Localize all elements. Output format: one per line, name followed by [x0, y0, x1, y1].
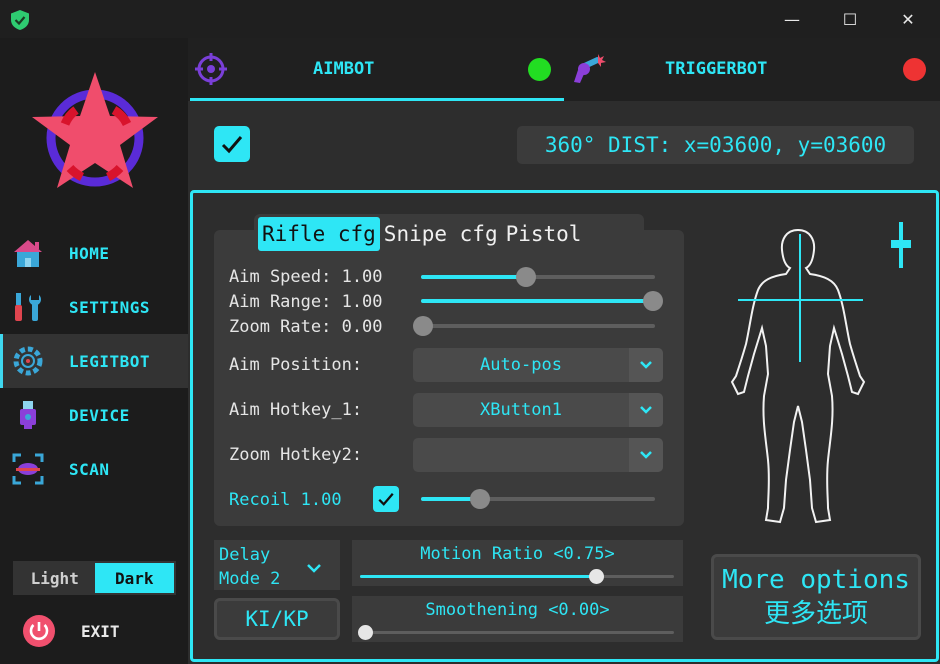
aim-hotkey-1-label: Aim Hotkey_1: — [229, 400, 363, 420]
checkmark-icon — [221, 136, 243, 154]
sidebar-item-settings[interactable]: SETTINGS — [0, 280, 188, 334]
chevron-down-icon[interactable] — [629, 393, 663, 427]
scan-icon — [12, 453, 44, 485]
zoom-rate-slider[interactable] — [413, 316, 655, 336]
sidebar-item-legitbot[interactable]: LEGITBOT — [0, 334, 188, 388]
sidebar-item-scan[interactable]: SCAN — [0, 442, 188, 496]
recoil-checkbox[interactable] — [373, 486, 399, 512]
delay-mode-line2: Mode 2 — [219, 569, 281, 589]
aim-hotkey-1-value: XButton1 — [480, 400, 562, 420]
revolver-icon — [568, 52, 606, 86]
zoom-rate-label: Zoom Rate: 0.00 — [229, 317, 383, 337]
motion-ratio-label: Motion Ratio <0.75> — [420, 544, 615, 564]
chevron-down-icon[interactable] — [306, 559, 322, 578]
recoil-label: Recoil 1.00 — [229, 490, 342, 510]
tab-pistol-cfg[interactable]: Pistol — [502, 217, 586, 251]
motion-ratio-slider[interactable] — [360, 569, 674, 584]
app-logo — [30, 70, 160, 190]
recoil-slider[interactable] — [421, 489, 655, 509]
gear-crosshair-icon — [12, 345, 44, 377]
aim-speed-fill — [421, 275, 527, 279]
zoom-hotkey-2-dropdown[interactable] — [413, 438, 663, 472]
dist-readout: 360° DIST: x=03600, y=03600 — [517, 126, 914, 164]
triggerbot-status-indicator — [903, 58, 926, 81]
home-icon — [12, 237, 44, 269]
more-options-line1: More options — [722, 565, 910, 595]
body-silhouette-target — [728, 226, 868, 526]
tab-triggerbot[interactable]: TRIGGERBOT — [564, 38, 940, 101]
smoothening-slider[interactable] — [358, 625, 674, 640]
sidebar-item-label: HOME — [69, 243, 110, 263]
maximize-button[interactable]: ☐ — [827, 0, 873, 38]
aim-position-value: Auto-pos — [480, 355, 562, 375]
minimize-button[interactable]: — — [769, 0, 815, 38]
crosshair-icon — [194, 52, 228, 86]
app-shield-icon — [9, 9, 31, 31]
sidebar-item-label: LEGITBOT — [69, 351, 151, 371]
sidebar-item-label: DEVICE — [69, 405, 130, 425]
aimbot-enable-checkbox[interactable] — [214, 126, 250, 162]
aimbot-status-indicator — [528, 58, 551, 81]
sidebar-item-label: SETTINGS — [69, 297, 151, 317]
chevron-down-icon[interactable] — [629, 348, 663, 382]
chevron-down-icon[interactable] — [629, 438, 663, 472]
aim-position-label: Aim Position: — [229, 355, 363, 375]
exit-button[interactable]: EXIT — [22, 614, 172, 648]
zoom-rate-thumb[interactable] — [413, 316, 433, 336]
usb-icon — [12, 399, 44, 431]
tab-aimbot[interactable]: AIMBOT — [188, 38, 564, 101]
title-bar: — ☐ ✕ — [0, 0, 940, 38]
motion-ratio-fill — [360, 575, 596, 578]
aim-range-thumb[interactable] — [643, 291, 663, 311]
tab-triggerbot-label: TRIGGERBOT — [665, 59, 768, 79]
aim-position-dropdown[interactable]: Auto-pos — [413, 348, 663, 382]
checkmark-icon — [378, 493, 394, 506]
aim-speed-label: Aim Speed: 1.00 — [229, 267, 383, 287]
more-options-button[interactable]: More options 更多选项 — [711, 554, 921, 640]
recoil-thumb[interactable] — [469, 489, 490, 509]
tab-snipe-cfg[interactable]: Snipe cfg — [380, 217, 502, 251]
motion-ratio-thumb[interactable] — [588, 569, 604, 584]
theme-dark-option[interactable]: Dark — [94, 563, 174, 593]
tools-icon — [12, 291, 44, 323]
sidebar-item-home[interactable]: HOME — [0, 226, 188, 280]
fov-vertical-slider-thumb[interactable] — [891, 240, 911, 248]
close-button[interactable]: ✕ — [885, 0, 931, 38]
smoothening-thumb[interactable] — [358, 625, 373, 640]
motion-ratio-box: Motion Ratio <0.75> — [352, 540, 683, 586]
sidebar-item-device[interactable]: DEVICE — [0, 388, 188, 442]
fov-vertical-slider[interactable] — [891, 222, 911, 268]
zoom-hotkey-2-label: Zoom Hotkey2: — [229, 445, 363, 465]
aim-hotkey-1-dropdown[interactable]: XButton1 — [413, 393, 663, 427]
exit-label: EXIT — [81, 621, 120, 641]
tab-aimbot-label: AIMBOT — [313, 59, 375, 79]
aim-range-slider[interactable] — [421, 291, 663, 311]
ki-kp-button[interactable]: KI/KP — [214, 598, 340, 640]
theme-toggle[interactable]: Light Dark — [13, 561, 176, 595]
smoothening-box: Smoothening <0.00> — [352, 596, 683, 642]
smoothening-label: Smoothening <0.00> — [425, 600, 610, 620]
power-icon — [22, 614, 56, 648]
more-options-line2: 更多选项 — [763, 599, 868, 629]
tab-rifle-cfg[interactable]: Rifle cfg — [258, 217, 380, 251]
config-tabs: Rifle cfg Snipe cfg Pistol — [254, 214, 644, 254]
theme-light-option[interactable]: Light — [15, 563, 95, 593]
aim-range-fill — [421, 299, 655, 303]
delay-mode-dropdown[interactable]: Delay Mode 2 — [214, 540, 340, 590]
aim-speed-slider[interactable] — [421, 267, 655, 287]
sidebar-item-label: SCAN — [69, 459, 110, 479]
delay-mode-line1: Delay — [219, 545, 271, 565]
aim-range-label: Aim Range: 1.00 — [229, 292, 383, 312]
